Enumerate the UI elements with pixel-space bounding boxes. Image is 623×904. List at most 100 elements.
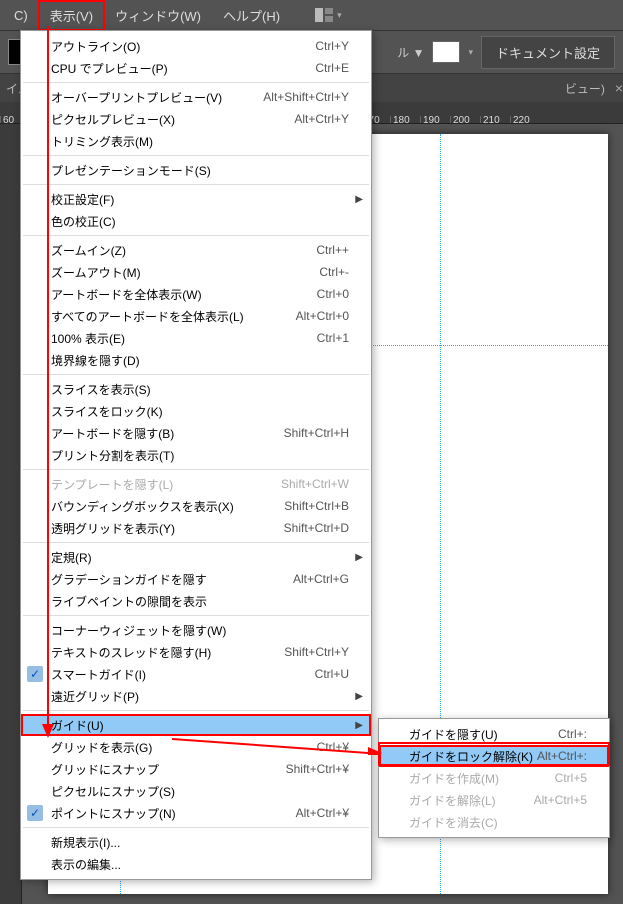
view-menu-dropdown: アウトライン(O)Ctrl+YCPU でプレビュー(P)Ctrl+Eオーバープリ… [20, 30, 372, 880]
submenu-caret-icon: ▶ [355, 194, 363, 205]
check-icon: ✓ [27, 805, 43, 821]
stroke-dropdown-icon[interactable]: ▾ [468, 47, 473, 58]
tab-viewmode-right: ビュー) [565, 80, 605, 97]
menu-item-label: プレゼンテーションモード(S) [51, 162, 349, 179]
menu-item[interactable]: プレゼンテーションモード(S) [21, 159, 371, 181]
menu-item[interactable]: 透明グリッドを表示(Y)Shift+Ctrl+D [21, 517, 371, 539]
ruler-vertical[interactable] [0, 124, 22, 904]
tab-close-icon[interactable]: × [615, 80, 623, 96]
submenu-item-label: ガイドを隠す(U) [409, 726, 558, 743]
menu-item[interactable]: 境界線を隠す(D) [21, 349, 371, 371]
menu-separator [23, 827, 369, 828]
menu-item[interactable]: コーナーウィジェットを隠す(W) [21, 619, 371, 641]
menu-item-shortcut: Alt+Ctrl+G [293, 572, 349, 586]
document-setup-button[interactable]: ドキュメント設定 [481, 36, 615, 69]
menu-item-label: コーナーウィジェットを隠す(W) [51, 622, 349, 639]
menubar-item-c[interactable]: C) [4, 4, 38, 27]
opacity-field-fragment: ル ▼ [397, 44, 424, 61]
menu-item-label: すべてのアートボードを全体表示(L) [51, 308, 296, 325]
submenu-caret-icon: ▶ [355, 552, 363, 563]
menu-item[interactable]: 新規表示(I)... [21, 831, 371, 853]
menu-item[interactable]: ガイド(U)▶ [21, 714, 371, 736]
menu-item-label: スライスを表示(S) [51, 381, 349, 398]
menu-separator [23, 469, 369, 470]
menu-item[interactable]: 遠近グリッド(P) ▶ [21, 685, 371, 707]
ruler-tick: 200 [450, 116, 480, 124]
menu-item[interactable]: グラデーションガイドを隠すAlt+Ctrl+G [21, 568, 371, 590]
guides-submenu: ガイドを隠す(U)Ctrl+:ガイドをロック解除(K)Alt+Ctrl+:ガイド… [378, 718, 610, 838]
menu-item-label: ピクセルプレビュー(X) [51, 111, 294, 128]
menu-item-shortcut: Ctrl+U [315, 667, 349, 681]
submenu-caret-icon: ▶ [355, 691, 363, 702]
menu-item-label: バウンディングボックスを表示(X) [51, 498, 284, 515]
menu-item-label: アウトライン(O) [51, 38, 315, 55]
stroke-swatch[interactable] [432, 41, 460, 63]
submenu-item[interactable]: ガイドをロック解除(K)Alt+Ctrl+: [379, 745, 609, 767]
menu-item-shortcut: Alt+Shift+Ctrl+Y [263, 90, 349, 104]
menu-item[interactable]: プリント分割を表示(T) [21, 444, 371, 466]
submenu-item[interactable]: ガイドを隠す(U)Ctrl+: [379, 723, 609, 745]
menu-item[interactable]: ピクセルにスナップ(S) [21, 780, 371, 802]
menu-item[interactable]: 100% 表示(E)Ctrl+1 [21, 327, 371, 349]
submenu-item: ガイドを消去(C) [379, 811, 609, 833]
menu-item-label: アートボードを全体表示(W) [51, 286, 317, 303]
menu-item-shortcut: Shift+Ctrl+Y [284, 645, 349, 659]
menu-item[interactable]: 色の校正(C) [21, 210, 371, 232]
menu-item[interactable]: ズームイン(Z)Ctrl++ [21, 239, 371, 261]
menu-item-label: テンプレートを隠す(L) [51, 476, 281, 493]
submenu-item-shortcut: Ctrl+: [558, 727, 587, 741]
submenu-item-label: ガイドを解除(L) [409, 792, 534, 809]
menu-item[interactable]: アウトライン(O)Ctrl+Y [21, 35, 371, 57]
arrange-documents-icon[interactable]: ▾ [315, 8, 342, 22]
menu-item[interactable]: ズームアウト(M)Ctrl+- [21, 261, 371, 283]
menu-item[interactable]: オーバープリントプレビュー(V)Alt+Shift+Ctrl+Y [21, 86, 371, 108]
ruler-tick: 180 [390, 116, 420, 124]
menu-separator [23, 615, 369, 616]
menu-item-shortcut: Shift+Ctrl+H [284, 426, 349, 440]
submenu-item: ガイドを作成(M)Ctrl+5 [379, 767, 609, 789]
menu-item[interactable]: 表示の編集... [21, 853, 371, 875]
menu-item[interactable]: グリッドにスナップShift+Ctrl+¥ [21, 758, 371, 780]
menubar-item-help[interactable]: ヘルプ(H) [213, 2, 290, 29]
menu-item-shortcut: Alt+Ctrl+0 [296, 309, 349, 323]
menu-item-shortcut: Shift+Ctrl+B [284, 499, 349, 513]
ruler-tick: 210 [480, 116, 510, 124]
menu-item-label: 新規表示(I)... [51, 834, 349, 851]
menu-item[interactable]: スライスをロック(K) [21, 400, 371, 422]
check-icon: ✓ [27, 666, 43, 682]
submenu-item-shortcut: Alt+Ctrl+5 [534, 793, 587, 807]
menu-item[interactable]: スライスを表示(S) [21, 378, 371, 400]
menu-item[interactable]: すべてのアートボードを全体表示(L)Alt+Ctrl+0 [21, 305, 371, 327]
menu-item-label: 表示の編集... [51, 856, 349, 873]
menu-item-label: 透明グリッドを表示(Y) [51, 520, 284, 537]
menu-item-shortcut: Ctrl+E [315, 61, 349, 75]
submenu-item: ガイドを解除(L)Alt+Ctrl+5 [379, 789, 609, 811]
menu-item[interactable]: ✓ポイントにスナップ(N)Alt+Ctrl+¥ [21, 802, 371, 824]
menu-item-label: 校正設定(F) [51, 191, 349, 208]
menu-item[interactable]: アートボードを全体表示(W)Ctrl+0 [21, 283, 371, 305]
menubar-item-window[interactable]: ウィンドウ(W) [105, 2, 211, 29]
menu-item-shortcut: Ctrl+Y [315, 39, 349, 53]
menu-item[interactable]: トリミング表示(M) [21, 130, 371, 152]
menu-item-label: プリント分割を表示(T) [51, 447, 349, 464]
menu-item-label: 遠近グリッド(P) [51, 688, 349, 705]
menu-item-label: ライブペイントの隙間を表示 [51, 593, 349, 610]
menu-item[interactable]: テキストのスレッドを隠す(H)Shift+Ctrl+Y [21, 641, 371, 663]
menu-item[interactable]: CPU でプレビュー(P)Ctrl+E [21, 57, 371, 79]
menu-item-label: テキストのスレッドを隠す(H) [51, 644, 284, 661]
menu-item-label: 色の校正(C) [51, 213, 349, 230]
menu-item[interactable]: ピクセルプレビュー(X)Alt+Ctrl+Y [21, 108, 371, 130]
menu-item[interactable]: グリッドを表示(G)Ctrl+¥ [21, 736, 371, 758]
menu-item[interactable]: 定規(R)▶ [21, 546, 371, 568]
menu-item[interactable]: ✓スマートガイド(I)Ctrl+U [21, 663, 371, 685]
menu-item-label: 100% 表示(E) [51, 330, 317, 347]
menu-item[interactable]: バウンディングボックスを表示(X)Shift+Ctrl+B [21, 495, 371, 517]
submenu-caret-icon: ▶ [355, 720, 363, 731]
menu-item[interactable]: アートボードを隠す(B)Shift+Ctrl+H [21, 422, 371, 444]
menu-item[interactable]: 校正設定(F) ▶ [21, 188, 371, 210]
submenu-item-shortcut: Ctrl+5 [555, 771, 587, 785]
menu-item[interactable]: ライブペイントの隙間を表示 [21, 590, 371, 612]
menu-separator [23, 374, 369, 375]
ruler-tick: 190 [420, 116, 450, 124]
menubar-item-view[interactable]: 表示(V) [40, 2, 103, 29]
